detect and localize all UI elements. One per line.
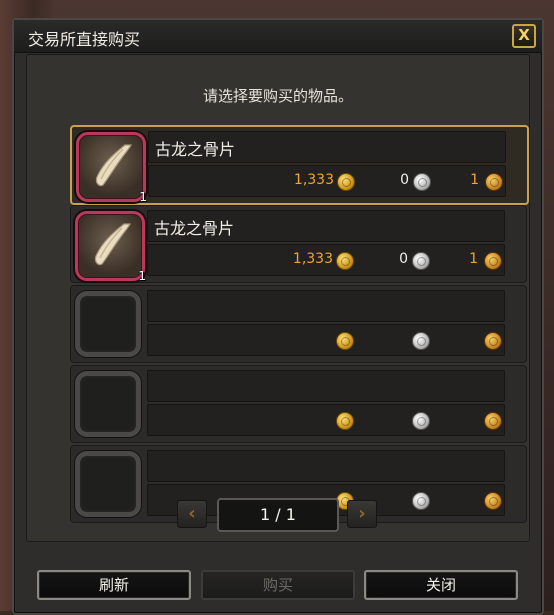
item-name: 古龙之骨片 bbox=[154, 219, 235, 238]
silver-coin-icon bbox=[412, 252, 430, 270]
item-row-empty[interactable] bbox=[70, 365, 527, 443]
item-count: 1 bbox=[138, 269, 146, 283]
refresh-button[interactable]: 刷新 bbox=[37, 570, 191, 600]
bronze-coin-icon bbox=[484, 412, 502, 430]
item-slot[interactable]: 1 bbox=[76, 132, 147, 204]
empty-item-slot[interactable] bbox=[75, 291, 141, 357]
gold-coin-icon bbox=[336, 252, 354, 270]
bronze-coin-icon bbox=[485, 173, 503, 191]
buy-button[interactable]: 购买 bbox=[201, 570, 355, 600]
exchange-direct-buy-window: 交易所直接购买 X 请选择要购买的物品。 1 古龙之骨片 1,333 0 1 1… bbox=[12, 18, 544, 615]
item-row[interactable]: 1 古龙之骨片 1,333 0 1 bbox=[70, 125, 529, 205]
silver-coin-icon bbox=[412, 332, 430, 350]
item-name: 古龙之骨片 bbox=[155, 140, 236, 159]
gold-amount: 1,333 bbox=[293, 172, 334, 188]
silver-coin-icon bbox=[412, 412, 430, 430]
gold-amount: 1,333 bbox=[292, 251, 333, 267]
bronze-amount: 1 bbox=[469, 251, 478, 267]
item-price-bar bbox=[147, 404, 505, 436]
item-row-empty[interactable] bbox=[70, 285, 527, 363]
item-price-bar: 1,333 0 1 bbox=[147, 244, 505, 276]
item-count: 1 bbox=[139, 190, 147, 204]
item-name-bar: 古龙之骨片 bbox=[148, 131, 506, 163]
window-title: 交易所直接购买 bbox=[28, 30, 141, 49]
previous-page-button[interactable]: ‹ bbox=[177, 500, 207, 528]
bone-fragment-icon bbox=[95, 144, 132, 187]
silver-coin-icon bbox=[413, 173, 431, 191]
item-row[interactable]: 1 古龙之骨片 1,333 0 1 bbox=[70, 205, 527, 283]
close-button[interactable]: 关闭 bbox=[364, 570, 518, 600]
item-slot[interactable]: 1 bbox=[75, 211, 146, 283]
page-indicator: 1 / 1 bbox=[217, 498, 339, 532]
pagination: ‹ 1 / 1 › bbox=[14, 496, 542, 532]
gold-coin-icon bbox=[336, 412, 354, 430]
bronze-coin-icon bbox=[484, 332, 502, 350]
bronze-amount: 1 bbox=[470, 172, 479, 188]
bone-fragment-icon bbox=[94, 223, 131, 266]
title-bar[interactable]: 交易所直接购买 X bbox=[14, 20, 542, 53]
item-panel: 请选择要购买的物品。 1 古龙之骨片 1,333 0 1 1 古龙之骨片 1,3… bbox=[26, 54, 530, 542]
gold-coin-icon bbox=[337, 173, 355, 191]
next-page-button[interactable]: › bbox=[347, 500, 377, 528]
gold-coin-icon bbox=[336, 332, 354, 350]
instruction-text: 请选择要购买的物品。 bbox=[202, 87, 353, 105]
item-name-bar: 古龙之骨片 bbox=[147, 210, 505, 242]
empty-item-slot[interactable] bbox=[75, 371, 141, 437]
item-name-bar bbox=[147, 450, 505, 482]
close-icon[interactable]: X bbox=[512, 24, 536, 48]
item-price-bar: 1,333 0 1 bbox=[148, 165, 506, 197]
item-price-bar bbox=[147, 324, 505, 356]
silver-amount: 0 bbox=[400, 172, 409, 188]
item-name-bar bbox=[147, 370, 505, 402]
item-name-bar bbox=[147, 290, 505, 322]
silver-amount: 0 bbox=[399, 251, 408, 267]
bronze-coin-icon bbox=[484, 252, 502, 270]
